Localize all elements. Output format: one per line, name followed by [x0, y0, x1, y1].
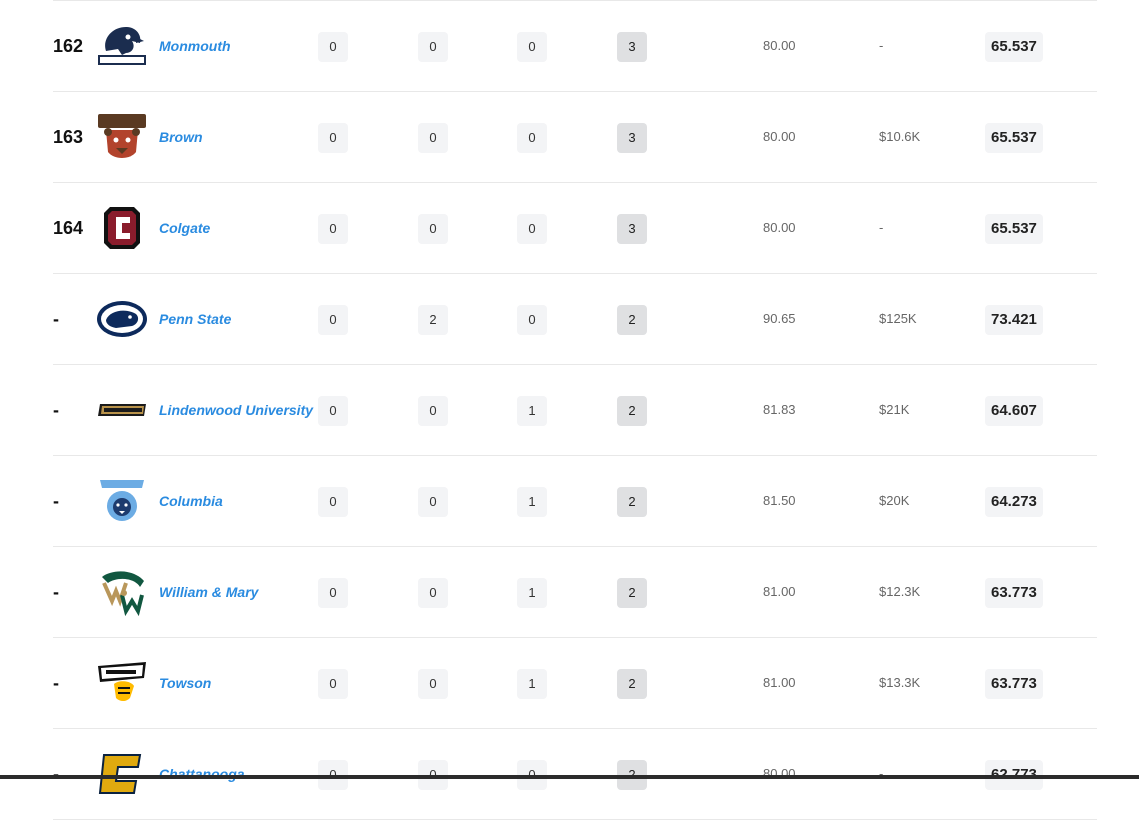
stat-chip: 1 — [517, 669, 547, 699]
avg-rating: 81.00 — [763, 584, 796, 599]
commits-chip: 2 — [617, 305, 647, 335]
stat-chip: 0 — [318, 123, 348, 153]
team-score: 63.773 — [985, 669, 1043, 699]
nil-value: $21K — [879, 402, 910, 417]
window-bottom-edge — [0, 775, 1139, 779]
avg-rating: 80.00 — [763, 766, 796, 781]
stat-chip: 0 — [517, 214, 547, 244]
commits-chip: 2 — [617, 396, 647, 426]
team-name-link[interactable]: Colgate — [159, 183, 210, 273]
nil-value: - — [879, 766, 884, 781]
avg-rating: 81.00 — [763, 675, 796, 690]
stat-chip: 0 — [318, 32, 348, 62]
avg-rating: 81.83 — [763, 402, 796, 417]
table-row: - Penn State 0 2 0 2 90.65 $125K 73.421 — [53, 274, 1097, 365]
nil-value: - — [879, 38, 884, 53]
commits-chip: 2 — [617, 578, 647, 608]
avg-rating: 90.65 — [763, 311, 796, 326]
colgate-c-logo[interactable] — [96, 203, 148, 253]
stat-chip: 1 — [517, 578, 547, 608]
avg-rating: 81.50 — [763, 493, 796, 508]
brown-bear-logo[interactable] — [96, 112, 148, 162]
nil-value: $125K — [879, 311, 917, 326]
nil-value: $13.3K — [879, 675, 921, 690]
avg-rating: 80.00 — [763, 220, 796, 235]
towson-tiger-logo[interactable] — [96, 658, 148, 708]
stat-chip: 0 — [418, 487, 448, 517]
team-score: 65.537 — [985, 32, 1043, 62]
team-score: 64.273 — [985, 487, 1043, 517]
stat-chip: 0 — [318, 214, 348, 244]
rank-cell: 164 — [53, 218, 84, 238]
rank-cell: - — [53, 582, 59, 602]
stat-chip: 1 — [517, 487, 547, 517]
table-row: - Columbia 0 0 1 2 81.50 $20K 64.273 — [53, 456, 1097, 547]
stat-chip: 0 — [318, 669, 348, 699]
team-name-link[interactable]: Chattanooga — [159, 729, 245, 819]
table-row: - Lindenwood University 0 0 1 2 81.83 $2… — [53, 365, 1097, 456]
commits-chip: 2 — [617, 669, 647, 699]
table-row: - William & Mary 0 0 1 2 81.00 $12.3K 63… — [53, 547, 1097, 638]
stat-chip: 0 — [318, 305, 348, 335]
nil-value: $10.6K — [879, 129, 921, 144]
team-name-link[interactable]: Towson — [159, 638, 211, 728]
rank-cell: 162 — [53, 36, 84, 56]
stat-chip: 1 — [517, 396, 547, 426]
stat-chip: 0 — [418, 123, 448, 153]
rank-cell: - — [53, 491, 59, 511]
commits-chip: 3 — [617, 214, 647, 244]
columbia-lion-logo[interactable] — [96, 476, 148, 526]
stat-chip: 0 — [418, 396, 448, 426]
team-rankings-table: 162 Monmouth 0 0 0 3 80.00 - 65.537 163 — [53, 0, 1097, 820]
rank-cell: - — [53, 309, 59, 329]
stat-chip: 0 — [418, 214, 448, 244]
table-row: 162 Monmouth 0 0 0 3 80.00 - 65.537 — [53, 0, 1097, 92]
stat-chip: 2 — [418, 305, 448, 335]
team-name-link[interactable]: Lindenwood University — [159, 365, 313, 455]
team-name-link[interactable]: William & Mary — [159, 547, 258, 637]
stat-chip: 0 — [318, 396, 348, 426]
stat-chip: 0 — [517, 123, 547, 153]
stat-chip: 0 — [418, 32, 448, 62]
stat-chip: 0 — [418, 578, 448, 608]
team-name-link[interactable]: Penn State — [159, 274, 231, 364]
team-name-link[interactable]: Monmouth — [159, 1, 231, 91]
stat-chip: 0 — [318, 487, 348, 517]
nil-value: - — [879, 220, 884, 235]
rank-cell: - — [53, 400, 59, 420]
table-row: 163 Brown 0 0 0 3 80.00 $10.6K 65.537 — [53, 92, 1097, 183]
team-name-link[interactable]: Columbia — [159, 456, 223, 546]
team-score: 63.773 — [985, 578, 1043, 608]
team-score: 64.607 — [985, 396, 1043, 426]
stat-chip: 0 — [418, 669, 448, 699]
penn-state-lion-logo[interactable] — [96, 294, 148, 344]
monmouth-hawk-logo[interactable] — [96, 21, 148, 71]
table-row: 164 Colgate 0 0 0 3 80.00 - 65.537 — [53, 183, 1097, 274]
stat-chip: 0 — [517, 32, 547, 62]
chattanooga-c-logo[interactable] — [96, 749, 148, 799]
team-name-link[interactable]: Brown — [159, 92, 203, 182]
commits-chip: 3 — [617, 32, 647, 62]
commits-chip: 3 — [617, 123, 647, 153]
team-score: 73.421 — [985, 305, 1043, 335]
nil-value: $12.3K — [879, 584, 921, 599]
william-mary-logo[interactable] — [96, 567, 148, 617]
avg-rating: 80.00 — [763, 129, 796, 144]
stat-chip: 0 — [318, 578, 348, 608]
nil-value: $20K — [879, 493, 910, 508]
stat-chip: 0 — [517, 305, 547, 335]
rank-cell: - — [53, 673, 59, 693]
rank-cell: - — [53, 764, 59, 784]
rank-cell: 163 — [53, 127, 84, 147]
lindenwood-wordmark-logo[interactable] — [96, 385, 148, 435]
table-row: - Towson 0 0 1 2 81.00 $13.3K 63.773 — [53, 638, 1097, 729]
team-score: 65.537 — [985, 214, 1043, 244]
avg-rating: 80.00 — [763, 38, 796, 53]
team-score: 65.537 — [985, 123, 1043, 153]
commits-chip: 2 — [617, 487, 647, 517]
